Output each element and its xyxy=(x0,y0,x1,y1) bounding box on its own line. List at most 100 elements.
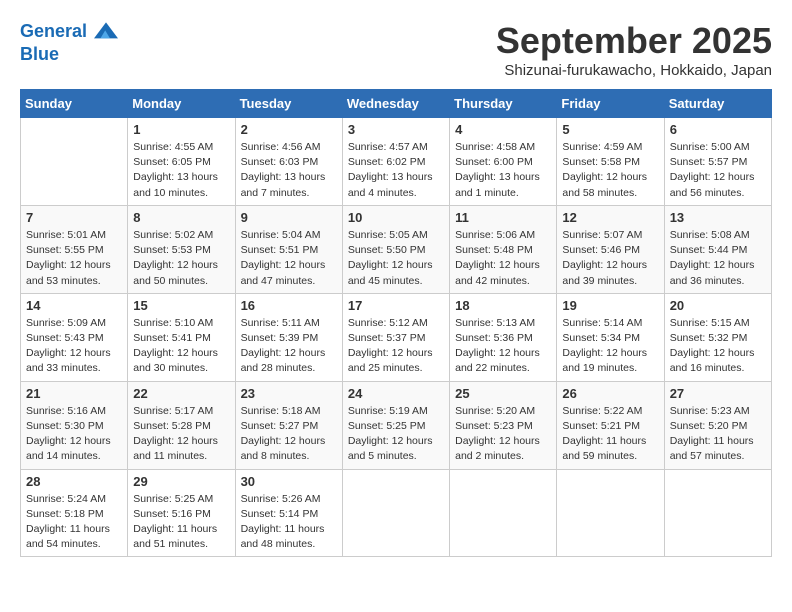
cell-info: Sunrise: 5:13 AM Sunset: 5:36 PM Dayligh… xyxy=(455,316,551,377)
header-row: SundayMondayTuesdayWednesdayThursdayFrid… xyxy=(21,90,772,118)
calendar-cell: 4 Sunrise: 4:58 AM Sunset: 6:00 PM Daylig… xyxy=(450,118,557,206)
cell-info: Sunrise: 5:25 AM Sunset: 5:16 PM Dayligh… xyxy=(133,492,229,553)
calendar-cell: 16 Sunrise: 5:11 AM Sunset: 5:39 PM Dayli… xyxy=(235,293,342,381)
day-number: 9 xyxy=(241,210,337,225)
calendar-cell: 14 Sunrise: 5:09 AM Sunset: 5:43 PM Dayli… xyxy=(21,293,128,381)
calendar-cell xyxy=(342,469,449,557)
calendar-cell: 20 Sunrise: 5:15 AM Sunset: 5:32 PM Dayli… xyxy=(664,293,771,381)
col-header-friday: Friday xyxy=(557,90,664,118)
day-number: 7 xyxy=(26,210,122,225)
day-number: 16 xyxy=(241,298,337,313)
cell-info: Sunrise: 5:15 AM Sunset: 5:32 PM Dayligh… xyxy=(670,316,766,377)
calendar-cell xyxy=(450,469,557,557)
cell-info: Sunrise: 5:07 AM Sunset: 5:46 PM Dayligh… xyxy=(562,228,658,289)
cell-info: Sunrise: 5:11 AM Sunset: 5:39 PM Dayligh… xyxy=(241,316,337,377)
calendar-cell: 3Sunrise: 4:57 AM Sunset: 6:02 PM Daylig… xyxy=(342,118,449,206)
day-number: 26 xyxy=(562,386,658,401)
calendar-cell: 24 Sunrise: 5:19 AM Sunset: 5:25 PM Dayli… xyxy=(342,381,449,469)
calendar-cell: 18 Sunrise: 5:13 AM Sunset: 5:36 PM Dayli… xyxy=(450,293,557,381)
calendar-cell: 15 Sunrise: 5:10 AM Sunset: 5:41 PM Dayli… xyxy=(128,293,235,381)
day-number: 14 xyxy=(26,298,122,313)
logo-icon xyxy=(94,20,118,44)
calendar-cell xyxy=(557,469,664,557)
calendar-cell: 1 Sunrise: 4:55 AM Sunset: 6:05 PM Daylig… xyxy=(128,118,235,206)
calendar-cell: 29Sunrise: 5:25 AM Sunset: 5:16 PM Dayli… xyxy=(128,469,235,557)
day-number: 19 xyxy=(562,298,658,313)
week-row-1: 1 Sunrise: 4:55 AM Sunset: 6:05 PM Daylig… xyxy=(21,118,772,206)
calendar-cell: 7 Sunrise: 5:01 AM Sunset: 5:55 PM Daylig… xyxy=(21,205,128,293)
calendar-cell: 27 Sunrise: 5:23 AM Sunset: 5:20 PM Dayli… xyxy=(664,381,771,469)
day-number: 1 xyxy=(133,122,229,137)
week-row-3: 14 Sunrise: 5:09 AM Sunset: 5:43 PM Dayli… xyxy=(21,293,772,381)
cell-info: Sunrise: 5:17 AM Sunset: 5:28 PM Dayligh… xyxy=(133,404,229,465)
day-number: 13 xyxy=(670,210,766,225)
calendar-cell: 12 Sunrise: 5:07 AM Sunset: 5:46 PM Dayli… xyxy=(557,205,664,293)
cell-info: Sunrise: 5:26 AM Sunset: 5:14 PM Dayligh… xyxy=(241,492,337,553)
day-number: 3 xyxy=(348,122,444,137)
calendar-cell: 5 Sunrise: 4:59 AM Sunset: 5:58 PM Daylig… xyxy=(557,118,664,206)
calendar-cell: 2 Sunrise: 4:56 AM Sunset: 6:03 PM Daylig… xyxy=(235,118,342,206)
day-number: 23 xyxy=(241,386,337,401)
day-number: 2 xyxy=(241,122,337,137)
day-number: 28 xyxy=(26,474,122,489)
day-number: 22 xyxy=(133,386,229,401)
col-header-monday: Monday xyxy=(128,90,235,118)
calendar-cell: 21Sunrise: 5:16 AM Sunset: 5:30 PM Dayli… xyxy=(21,381,128,469)
calendar-cell: 19 Sunrise: 5:14 AM Sunset: 5:34 PM Dayli… xyxy=(557,293,664,381)
day-number: 11 xyxy=(455,210,551,225)
cell-info: Sunrise: 5:19 AM Sunset: 5:25 PM Dayligh… xyxy=(348,404,444,465)
calendar-cell xyxy=(664,469,771,557)
calendar-cell: 25Sunrise: 5:20 AM Sunset: 5:23 PM Dayli… xyxy=(450,381,557,469)
day-number: 21 xyxy=(26,386,122,401)
col-header-sunday: Sunday xyxy=(21,90,128,118)
cell-info: Sunrise: 5:10 AM Sunset: 5:41 PM Dayligh… xyxy=(133,316,229,377)
month-title: September 2025 xyxy=(496,20,772,62)
cell-info: Sunrise: 5:14 AM Sunset: 5:34 PM Dayligh… xyxy=(562,316,658,377)
location-subtitle: Shizunai-furukawacho, Hokkaido, Japan xyxy=(496,62,772,79)
cell-info: Sunrise: 4:56 AM Sunset: 6:03 PM Dayligh… xyxy=(241,140,337,201)
cell-info: Sunrise: 5:00 AM Sunset: 5:57 PM Dayligh… xyxy=(670,140,766,201)
day-number: 4 xyxy=(455,122,551,137)
day-number: 30 xyxy=(241,474,337,489)
day-number: 5 xyxy=(562,122,658,137)
calendar-cell: 10Sunrise: 5:05 AM Sunset: 5:50 PM Dayli… xyxy=(342,205,449,293)
cell-info: Sunrise: 4:58 AM Sunset: 6:00 PM Dayligh… xyxy=(455,140,551,201)
page-header: General Blue September 2025 Shizunai-fur… xyxy=(20,20,772,79)
calendar-cell: 8Sunrise: 5:02 AM Sunset: 5:53 PM Daylig… xyxy=(128,205,235,293)
week-row-2: 7 Sunrise: 5:01 AM Sunset: 5:55 PM Daylig… xyxy=(21,205,772,293)
cell-info: Sunrise: 5:09 AM Sunset: 5:43 PM Dayligh… xyxy=(26,316,122,377)
cell-info: Sunrise: 5:01 AM Sunset: 5:55 PM Dayligh… xyxy=(26,228,122,289)
cell-info: Sunrise: 4:55 AM Sunset: 6:05 PM Dayligh… xyxy=(133,140,229,201)
calendar-cell: 26 Sunrise: 5:22 AM Sunset: 5:21 PM Dayli… xyxy=(557,381,664,469)
cell-info: Sunrise: 5:18 AM Sunset: 5:27 PM Dayligh… xyxy=(241,404,337,465)
cell-info: Sunrise: 5:23 AM Sunset: 5:20 PM Dayligh… xyxy=(670,404,766,465)
calendar-cell: 9 Sunrise: 5:04 AM Sunset: 5:51 PM Daylig… xyxy=(235,205,342,293)
day-number: 18 xyxy=(455,298,551,313)
calendar-cell: 13 Sunrise: 5:08 AM Sunset: 5:44 PM Dayli… xyxy=(664,205,771,293)
col-header-wednesday: Wednesday xyxy=(342,90,449,118)
calendar-table: SundayMondayTuesdayWednesdayThursdayFrid… xyxy=(20,89,772,557)
title-block: September 2025 Shizunai-furukawacho, Hok… xyxy=(496,20,772,79)
cell-info: Sunrise: 5:08 AM Sunset: 5:44 PM Dayligh… xyxy=(670,228,766,289)
day-number: 12 xyxy=(562,210,658,225)
day-number: 8 xyxy=(133,210,229,225)
day-number: 10 xyxy=(348,210,444,225)
logo-text-blue: Blue xyxy=(20,44,118,66)
cell-info: Sunrise: 5:06 AM Sunset: 5:48 PM Dayligh… xyxy=(455,228,551,289)
day-number: 6 xyxy=(670,122,766,137)
calendar-cell: 30 Sunrise: 5:26 AM Sunset: 5:14 PM Dayli… xyxy=(235,469,342,557)
cell-info: Sunrise: 5:04 AM Sunset: 5:51 PM Dayligh… xyxy=(241,228,337,289)
calendar-cell: 23 Sunrise: 5:18 AM Sunset: 5:27 PM Dayli… xyxy=(235,381,342,469)
day-number: 27 xyxy=(670,386,766,401)
day-number: 20 xyxy=(670,298,766,313)
cell-info: Sunrise: 5:22 AM Sunset: 5:21 PM Dayligh… xyxy=(562,404,658,465)
calendar-cell: 28Sunrise: 5:24 AM Sunset: 5:18 PM Dayli… xyxy=(21,469,128,557)
week-row-5: 28Sunrise: 5:24 AM Sunset: 5:18 PM Dayli… xyxy=(21,469,772,557)
col-header-thursday: Thursday xyxy=(450,90,557,118)
logo-text: General xyxy=(20,20,118,44)
calendar-cell xyxy=(21,118,128,206)
day-number: 15 xyxy=(133,298,229,313)
day-number: 24 xyxy=(348,386,444,401)
day-number: 25 xyxy=(455,386,551,401)
cell-info: Sunrise: 4:59 AM Sunset: 5:58 PM Dayligh… xyxy=(562,140,658,201)
